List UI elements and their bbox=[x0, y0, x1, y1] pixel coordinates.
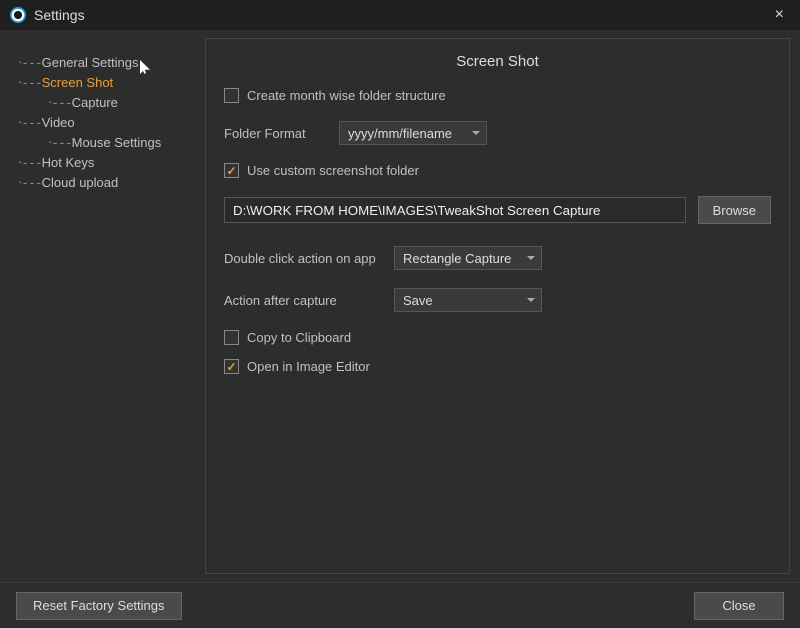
tree-branch-icon: ‧--- bbox=[48, 96, 72, 111]
after-capture-label: Action after capture bbox=[224, 293, 394, 308]
sidebar-item-hot-keys[interactable]: ‧--- Hot Keys bbox=[18, 155, 195, 171]
after-capture-select[interactable]: Save bbox=[394, 288, 542, 312]
open-editor-label: Open in Image Editor bbox=[247, 359, 370, 374]
sidebar-item-screen-shot[interactable]: ‧--- Screen Shot bbox=[18, 75, 195, 91]
sidebar-item-label: Screen Shot bbox=[42, 75, 114, 90]
close-button[interactable]: Close bbox=[694, 592, 784, 620]
create-month-folder-checkbox[interactable] bbox=[224, 88, 239, 103]
sidebar-item-mouse-settings[interactable]: ‧--- Mouse Settings bbox=[18, 135, 195, 151]
sidebar: ‧--- General Settings ‧--- Screen Shot ‧… bbox=[0, 30, 205, 582]
use-custom-folder-label: Use custom screenshot folder bbox=[247, 163, 419, 178]
sidebar-item-label: General Settings bbox=[42, 55, 139, 70]
close-icon[interactable]: × bbox=[769, 4, 790, 26]
chevron-down-icon bbox=[527, 298, 535, 302]
double-click-value: Rectangle Capture bbox=[403, 251, 511, 266]
use-custom-folder-checkbox[interactable] bbox=[224, 163, 239, 178]
folder-format-value: yyyy/mm/filename bbox=[348, 126, 452, 141]
sidebar-item-label: Hot Keys bbox=[42, 155, 95, 170]
chevron-down-icon bbox=[472, 131, 480, 135]
tree-branch-icon: ‧--- bbox=[18, 56, 42, 71]
footer: Reset Factory Settings Close bbox=[0, 582, 800, 628]
sidebar-item-cloud-upload[interactable]: ‧--- Cloud upload bbox=[18, 175, 195, 191]
tree-branch-icon: ‧--- bbox=[18, 156, 42, 171]
sidebar-item-label: Mouse Settings bbox=[72, 135, 162, 150]
tree-branch-icon: ‧--- bbox=[18, 116, 42, 131]
sidebar-item-general-settings[interactable]: ‧--- General Settings bbox=[18, 55, 195, 71]
create-month-folder-label: Create month wise folder structure bbox=[247, 88, 446, 103]
titlebar: Settings × bbox=[0, 0, 800, 30]
copy-clipboard-checkbox[interactable] bbox=[224, 330, 239, 345]
sidebar-item-label: Cloud upload bbox=[42, 175, 119, 190]
open-editor-checkbox[interactable] bbox=[224, 359, 239, 374]
tree-branch-icon: ‧--- bbox=[18, 76, 42, 91]
sidebar-item-capture[interactable]: ‧--- Capture bbox=[18, 95, 195, 111]
folder-format-select[interactable]: yyyy/mm/filename bbox=[339, 121, 487, 145]
sidebar-item-label: Video bbox=[42, 115, 75, 130]
chevron-down-icon bbox=[527, 256, 535, 260]
window-title: Settings bbox=[34, 7, 85, 23]
double-click-label: Double click action on app bbox=[224, 251, 394, 266]
folder-format-label: Folder Format bbox=[224, 126, 339, 141]
tree-branch-icon: ‧--- bbox=[48, 136, 72, 151]
panel-title: Screen Shot bbox=[206, 39, 789, 88]
copy-clipboard-label: Copy to Clipboard bbox=[247, 330, 351, 345]
settings-panel: Screen Shot Create month wise folder str… bbox=[205, 38, 790, 574]
double-click-select[interactable]: Rectangle Capture bbox=[394, 246, 542, 270]
sidebar-item-label: Capture bbox=[72, 95, 118, 110]
reset-factory-button[interactable]: Reset Factory Settings bbox=[16, 592, 182, 620]
after-capture-value: Save bbox=[403, 293, 433, 308]
folder-path-input[interactable] bbox=[224, 197, 686, 223]
tree-branch-icon: ‧--- bbox=[18, 176, 42, 191]
browse-button[interactable]: Browse bbox=[698, 196, 771, 224]
sidebar-item-video[interactable]: ‧--- Video bbox=[18, 115, 195, 131]
app-icon bbox=[10, 7, 26, 23]
